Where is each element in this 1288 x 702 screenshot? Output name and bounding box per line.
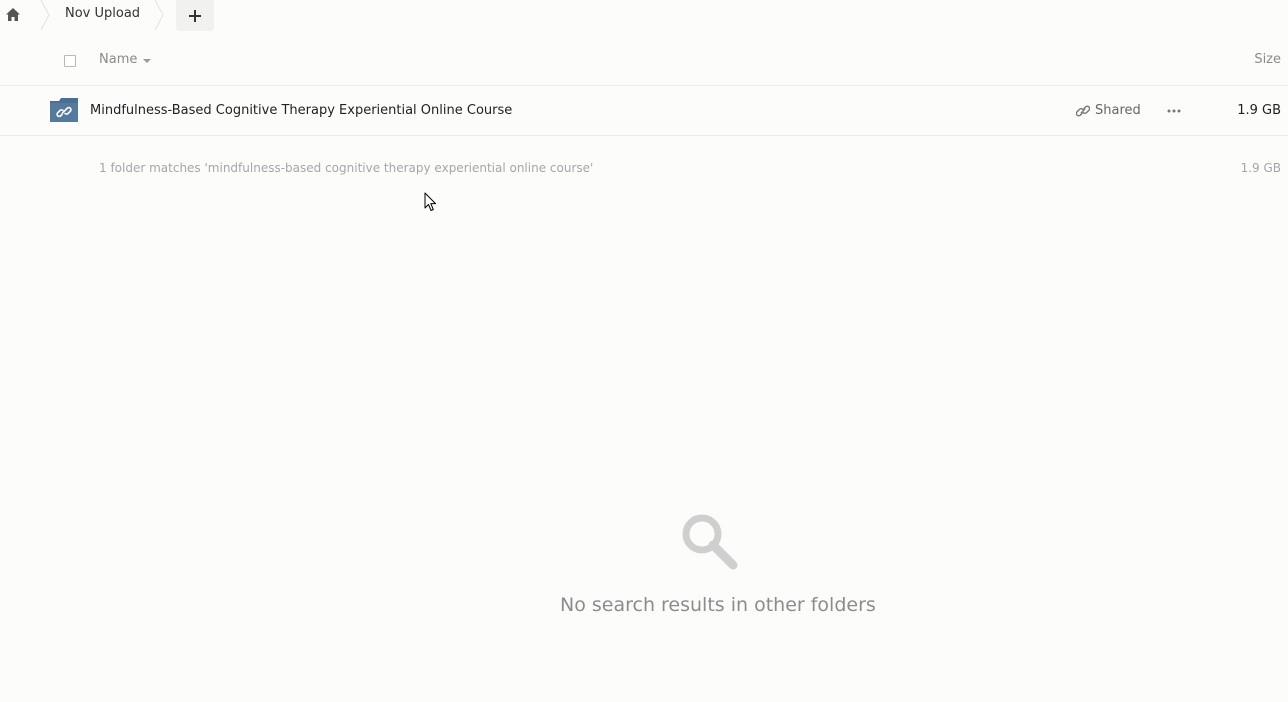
home-icon xyxy=(6,7,20,21)
breadcrumb-current-folder[interactable]: Nov Upload xyxy=(65,6,140,21)
more-actions-button[interactable] xyxy=(1164,101,1184,121)
more-horizontal-icon xyxy=(1167,109,1181,113)
summary-size: 1.9 GB xyxy=(1240,161,1281,175)
mouse-cursor-icon xyxy=(424,192,436,211)
select-all-checkbox[interactable] xyxy=(64,55,76,67)
breadcrumb-separator-icon xyxy=(154,0,164,30)
file-size: 1.9 GB xyxy=(1237,103,1281,118)
breadcrumb-home[interactable] xyxy=(0,0,26,28)
search-summary: 1 folder matches 'mindfulness-based cogn… xyxy=(0,160,1288,180)
summary-text: 1 folder matches 'mindfulness-based cogn… xyxy=(99,161,594,175)
breadcrumb: Nov Upload xyxy=(0,0,1288,31)
table-row[interactable]: Mindfulness-Based Cognitive Therapy Expe… xyxy=(0,86,1288,136)
search-icon xyxy=(682,514,738,570)
empty-state: No search results in other folders xyxy=(0,512,1288,622)
empty-state-message: No search results in other folders xyxy=(560,594,876,616)
shared-folder-icon xyxy=(50,98,78,122)
sort-by-size-button[interactable]: Size xyxy=(1254,52,1281,67)
link-icon xyxy=(1076,105,1090,116)
share-button[interactable]: Shared xyxy=(1076,103,1141,118)
plus-icon xyxy=(189,9,201,22)
breadcrumb-separator-icon xyxy=(40,0,50,30)
new-button[interactable] xyxy=(176,0,214,31)
name-column-label: Name xyxy=(99,52,138,67)
file-name[interactable]: Mindfulness-Based Cognitive Therapy Expe… xyxy=(90,103,512,118)
sort-by-name-button[interactable]: Name xyxy=(99,52,152,67)
share-label: Shared xyxy=(1095,103,1141,118)
sort-caret-icon xyxy=(143,58,152,63)
file-list-header: Name Size xyxy=(0,38,1288,86)
